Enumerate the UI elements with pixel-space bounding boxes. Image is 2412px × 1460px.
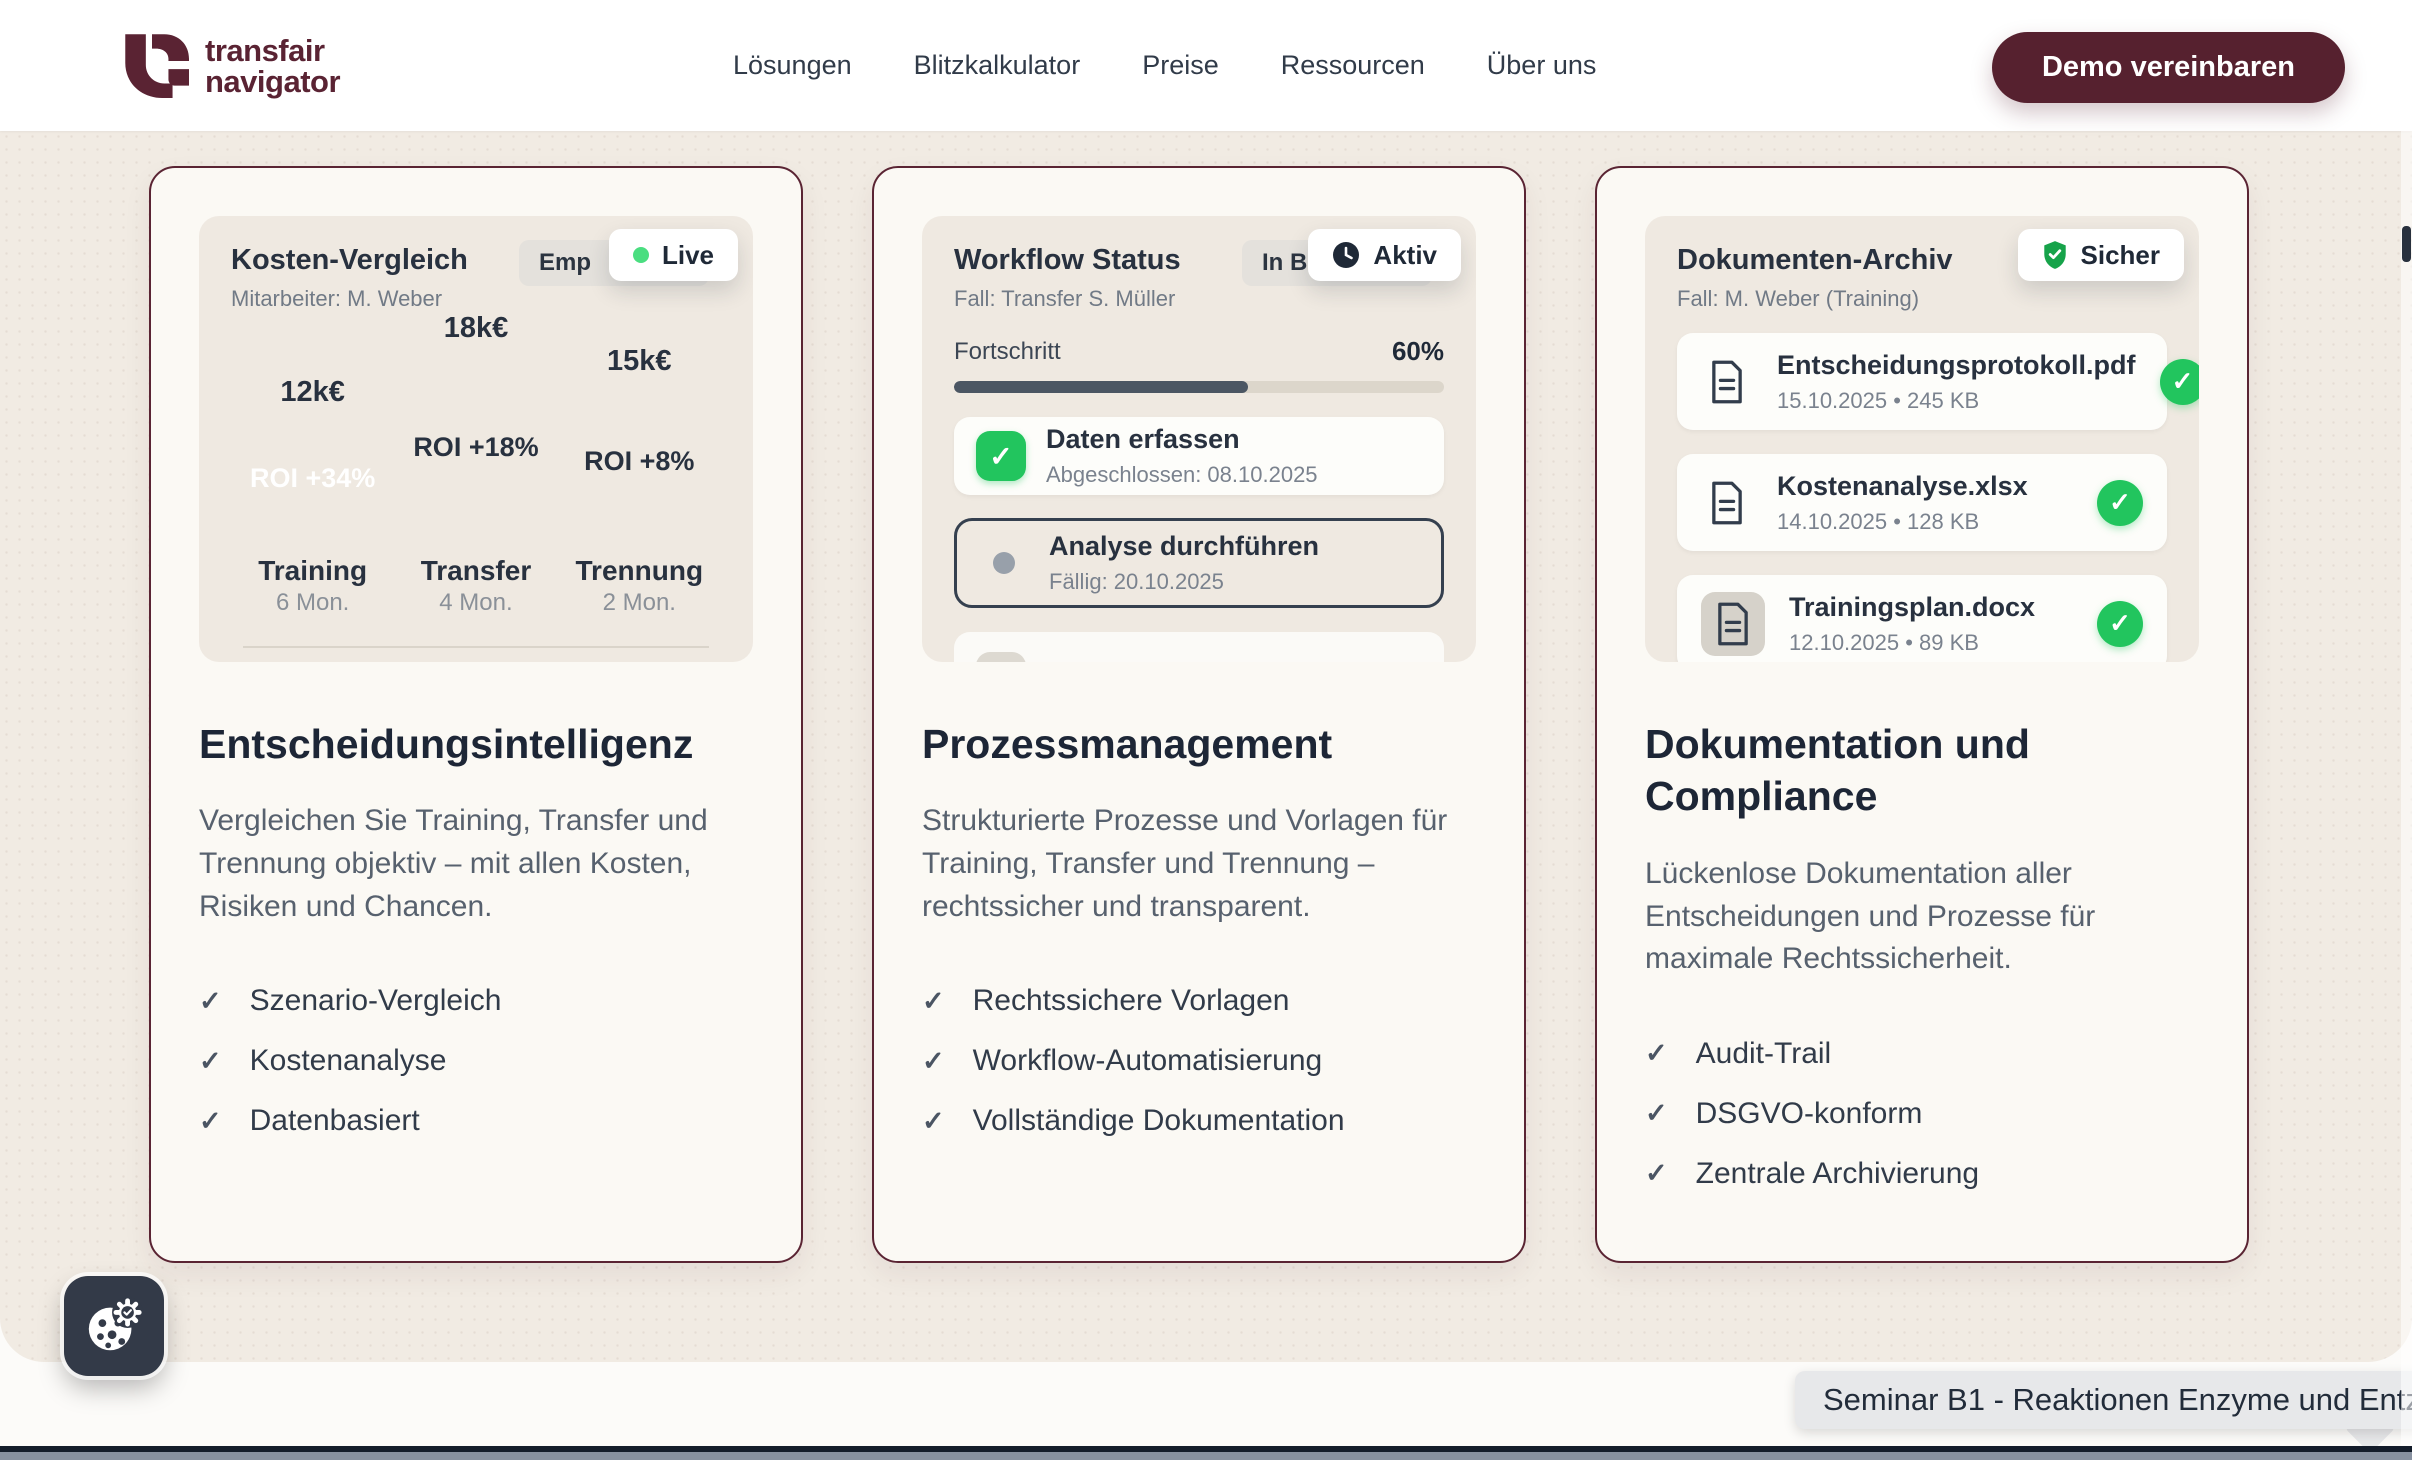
feature-item: ✓ Rechtssichere Vorlagen [922, 984, 1476, 1018]
sicher-badge: Sicher [2018, 229, 2185, 281]
check-icon: ✓ [1645, 1098, 1668, 1129]
dashboard-subtitle: Fall: Transfer S. Müller [954, 286, 1444, 312]
progress-bar-track [954, 381, 1444, 393]
card-dokumentation-compliance: Sicher Dokumenten-Archiv Fall: M. Weber … [1595, 166, 2249, 1263]
progress-bar-fill [954, 381, 1248, 393]
file-row-xlsx: Kostenanalyse.xlsx 14.10.2025 • 128 KB ✓ [1677, 454, 2167, 551]
chart-baseline-divider [243, 646, 709, 648]
shield-check-icon [2042, 240, 2068, 270]
nav-item-preise[interactable]: Preise [1142, 50, 1219, 81]
card-title: Dokumentation und Compliance [1645, 718, 2199, 823]
task-check-icon: ✓ [976, 431, 1026, 481]
check-icon: ✓ [922, 986, 945, 1017]
document-icon [1701, 477, 1753, 529]
feature-item: ✓ Vollständige Dokumentation [922, 1104, 1476, 1138]
feature-list: ✓ Audit-Trail ✓ DSGVO-konform ✓ Zentrale… [1645, 1037, 2199, 1191]
feature-item: ✓ Workflow-Automatisierung [922, 1044, 1476, 1078]
logo[interactable]: transfair navigator [115, 26, 340, 105]
card-description: Lückenlose Dokumentation aller Entscheid… [1645, 853, 2193, 981]
clock-icon [1332, 241, 1360, 269]
nav-item-blitzkalkulator[interactable]: Blitzkalkulator [914, 50, 1081, 81]
document-archive-dashboard: Sicher Dokumenten-Archiv Fall: M. Weber … [1645, 216, 2199, 662]
check-icon: ✓ [1645, 1038, 1668, 1069]
feature-list: ✓ Rechtssichere Vorlagen ✓ Workflow-Auto… [922, 984, 1476, 1138]
demo-cta-button[interactable]: Demo vereinbaren [1992, 32, 2345, 103]
feature-list: ✓ Szenario-Vergleich ✓ Kostenanalyse ✓ D… [199, 984, 753, 1138]
feature-item: ✓ DSGVO-konform [1645, 1097, 2199, 1131]
cookie-settings-button[interactable] [64, 1276, 164, 1376]
aktiv-badge: Aktiv [1308, 229, 1461, 281]
feature-item: ✓ Kostenanalyse [199, 1044, 753, 1078]
logo-text: transfair navigator [205, 35, 340, 97]
header: transfair navigator Lösungen Blitzkalkul… [0, 0, 2412, 131]
file-verified-icon: ✓ [2160, 359, 2200, 405]
nav-item-loesungen[interactable]: Lösungen [733, 50, 852, 81]
bottom-gray-bar [0, 1452, 2412, 1460]
task-pending-dot-icon [993, 552, 1015, 574]
card-title: Prozessmanagement [922, 718, 1476, 770]
workflow-status-dashboard: In Bea Aktiv Workflow Status Fall: Trans… [922, 216, 1476, 662]
progress-label: Fortschritt [954, 338, 1061, 366]
live-badge: Live [609, 229, 738, 281]
check-icon: ✓ [199, 1106, 222, 1137]
scrollbar-track[interactable] [2401, 131, 2412, 1446]
card-entscheidungsintelligenz: Emp Live Kosten-Vergleich Mitarbeiter: M… [149, 166, 803, 1263]
card-prozessmanagement: In Bea Aktiv Workflow Status Fall: Trans… [872, 166, 1526, 1263]
check-icon: ✓ [922, 1106, 945, 1137]
task-number-icon: 3 [976, 652, 1026, 662]
feature-item: ✓ Szenario-Vergleich [199, 984, 753, 1018]
file-verified-icon: ✓ [2097, 480, 2143, 526]
nav-item-ressourcen[interactable]: Ressourcen [1281, 50, 1425, 81]
feature-cards-row: Emp Live Kosten-Vergleich Mitarbeiter: M… [149, 166, 2249, 1263]
progress-value: 60% [1392, 336, 1444, 367]
main-nav: Lösungen Blitzkalkulator Preise Ressourc… [733, 0, 1596, 131]
dashboard-subtitle: Mitarbeiter: M. Weber [231, 286, 721, 312]
task-dokumente-erstellen: 3 Dokumente erstellen [954, 632, 1444, 662]
feature-item: ✓ Datenbasiert [199, 1104, 753, 1138]
cookie-gear-icon [83, 1295, 145, 1357]
chart-column-transfer: 18k€ ROI +18% Transfer 4 Mon. [394, 312, 557, 658]
scrollbar-thumb[interactable] [2402, 226, 2411, 262]
nav-item-ueber-uns[interactable]: Über uns [1487, 50, 1597, 81]
check-icon: ✓ [199, 986, 222, 1017]
cost-comparison-chart: 12k€ ROI +34% Training 6 Mon. 18k€ ROI +… [231, 312, 721, 658]
document-icon [1701, 592, 1765, 656]
dashboard-subtitle: Fall: M. Weber (Training) [1677, 286, 2167, 312]
card-title: Entscheidungsintelligenz [199, 718, 753, 770]
document-icon [1701, 356, 1753, 408]
check-icon: ✓ [199, 1046, 222, 1077]
check-icon: ✓ [1645, 1158, 1668, 1189]
file-list: Entscheidungsprotokoll.pdf 15.10.2025 • … [1677, 333, 2167, 662]
task-daten-erfassen: ✓ Daten erfassen Abgeschlossen: 08.10.20… [954, 417, 1444, 495]
file-row-docx: Trainingsplan.docx 12.10.2025 • 89 KB ✓ [1677, 575, 2167, 662]
check-icon: ✓ [922, 1046, 945, 1077]
chart-column-training: 12k€ ROI +34% Training 6 Mon. [231, 312, 394, 658]
progress-row: Fortschritt 60% [954, 336, 1444, 367]
file-row-pdf: Entscheidungsprotokoll.pdf 15.10.2025 • … [1677, 333, 2167, 430]
task-analyse-durchfuehren: Analyse durchführen Fällig: 20.10.2025 [954, 518, 1444, 608]
logo-mark-icon [115, 26, 189, 105]
card-description: Strukturierte Prozesse und Vorlagen für … [922, 800, 1470, 928]
seminar-tooltip[interactable]: Seminar B1 - Reaktionen Enzyme und Entzu… [1795, 1371, 2412, 1429]
chart-column-trennung: 15k€ ROI +8% Trennung 2 Mon. [558, 312, 721, 658]
card-description: Vergleichen Sie Training, Transfer und T… [199, 800, 747, 928]
feature-item: ✓ Audit-Trail [1645, 1037, 2199, 1071]
file-verified-icon: ✓ [2097, 601, 2143, 647]
cost-comparison-dashboard: Emp Live Kosten-Vergleich Mitarbeiter: M… [199, 216, 753, 662]
feature-item: ✓ Zentrale Archivierung [1645, 1157, 2199, 1191]
live-dot-icon [633, 247, 649, 263]
